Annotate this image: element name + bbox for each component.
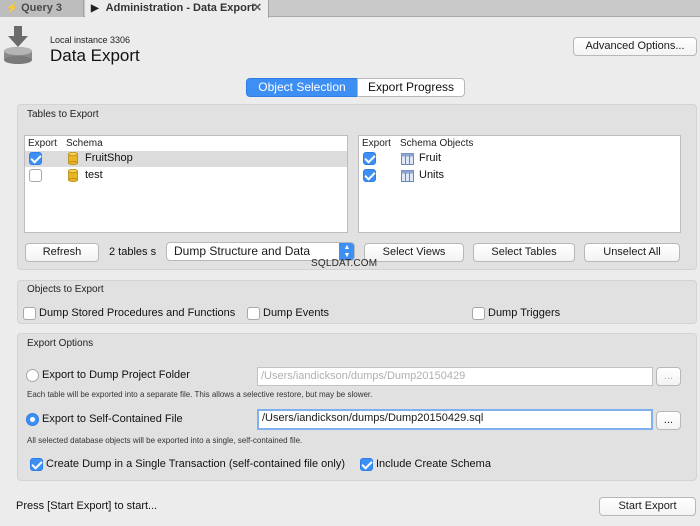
tab-object-selection[interactable]: Object Selection bbox=[246, 78, 358, 97]
status-text: Press [Start Export] to start... bbox=[16, 500, 158, 512]
column-header-schema: Schema bbox=[66, 138, 103, 149]
table-icon bbox=[401, 170, 414, 185]
column-header-export: Export bbox=[28, 138, 57, 149]
browse-folder-button[interactable]: ... bbox=[656, 367, 681, 386]
schema-objects-list[interactable]: Export Schema Objects Fruit Units bbox=[358, 135, 681, 233]
dump-folder-note: Each table will be exported into a separ… bbox=[27, 390, 373, 399]
browse-file-button[interactable]: ... bbox=[656, 411, 681, 430]
schema-row-fruitshop[interactable]: FruitShop bbox=[25, 151, 347, 167]
dump-events-label: Dump Events bbox=[263, 307, 330, 319]
export-checkbox[interactable] bbox=[29, 152, 42, 165]
schema-row-test[interactable]: test bbox=[25, 168, 347, 184]
dump-triggers-label: Dump Triggers bbox=[488, 307, 561, 319]
tab-bar: ⚡ Query 3 ▶ Administration - Data Export… bbox=[0, 0, 700, 18]
advanced-options-button[interactable]: Advanced Options... bbox=[573, 37, 697, 56]
dump-folder-label: Export to Dump Project Folder bbox=[42, 369, 190, 381]
start-export-button[interactable]: Start Export bbox=[599, 497, 696, 516]
tab-query-3[interactable]: ⚡ Query 3 bbox=[0, 0, 84, 17]
object-name: Fruit bbox=[419, 152, 441, 164]
dump-triggers-checkbox[interactable] bbox=[472, 307, 485, 320]
self-contained-file-path-field[interactable]: /Users/iandickson/dumps/Dump20150429.sql bbox=[257, 409, 653, 430]
schema-list[interactable]: Export Schema FruitShop test bbox=[24, 135, 348, 233]
lightning-icon: ⚡ bbox=[6, 3, 19, 14]
schema-name: test bbox=[85, 169, 103, 181]
schema-name: FruitShop bbox=[85, 152, 133, 164]
include-create-schema-label: Include Create Schema bbox=[376, 458, 491, 470]
export-checkbox[interactable] bbox=[363, 169, 376, 182]
database-export-icon bbox=[3, 26, 33, 64]
export-checkbox[interactable] bbox=[29, 169, 42, 182]
export-checkbox[interactable] bbox=[363, 152, 376, 165]
watermark: SQLDAT.COM bbox=[311, 258, 378, 269]
single-transaction-checkbox[interactable] bbox=[30, 458, 43, 471]
table-icon bbox=[401, 153, 414, 168]
tab-label: Administration - Data Export bbox=[105, 2, 255, 14]
select-views-button[interactable]: Select Views bbox=[364, 243, 464, 262]
dump-folder-radio[interactable] bbox=[26, 369, 39, 382]
self-contained-file-label: Export to Self-Contained File bbox=[42, 413, 183, 425]
table-count-label: 2 tables s bbox=[109, 246, 157, 258]
column-header-export: Export bbox=[362, 138, 391, 149]
dump-procedures-checkbox[interactable] bbox=[23, 307, 36, 320]
select-tables-button[interactable]: Select Tables bbox=[473, 243, 575, 262]
object-row-units[interactable]: Units bbox=[359, 168, 680, 184]
close-icon[interactable]: ✕ bbox=[253, 0, 262, 16]
objects-panel-label: Objects to Export bbox=[27, 284, 104, 295]
tab-export-progress[interactable]: Export Progress bbox=[357, 78, 465, 97]
export-options-label: Export Options bbox=[27, 338, 94, 349]
self-contained-file-note: All selected database objects will be ex… bbox=[27, 436, 303, 445]
database-icon bbox=[68, 151, 78, 168]
dump-events-checkbox[interactable] bbox=[247, 307, 260, 320]
dump-procedures-label: Dump Stored Procedures and Functions bbox=[39, 307, 236, 319]
include-create-schema-checkbox[interactable] bbox=[360, 458, 373, 471]
tab-label: Query 3 bbox=[21, 2, 63, 14]
instance-label: Local instance 3306 bbox=[50, 35, 131, 45]
play-icon: ▶ bbox=[91, 3, 99, 14]
dump-folder-path-field[interactable]: /Users/iandickson/dumps/Dump20150429 bbox=[257, 367, 653, 386]
object-row-fruit[interactable]: Fruit bbox=[359, 151, 680, 167]
tab-data-export[interactable]: ▶ Administration - Data Export ✕ bbox=[85, 0, 269, 18]
column-header-schema-objects: Schema Objects bbox=[400, 138, 474, 149]
page-title: Data Export bbox=[50, 46, 140, 65]
self-contained-file-radio[interactable] bbox=[26, 413, 39, 426]
database-icon bbox=[68, 168, 78, 185]
refresh-button[interactable]: Refresh bbox=[25, 243, 99, 262]
dump-type-value: Dump Structure and Data bbox=[174, 244, 311, 258]
single-transaction-label: Create Dump in a Single Transaction (sel… bbox=[46, 458, 345, 470]
tables-panel-label: Tables to Export bbox=[27, 109, 99, 120]
unselect-all-button[interactable]: Unselect All bbox=[584, 243, 680, 262]
object-name: Units bbox=[419, 169, 445, 181]
